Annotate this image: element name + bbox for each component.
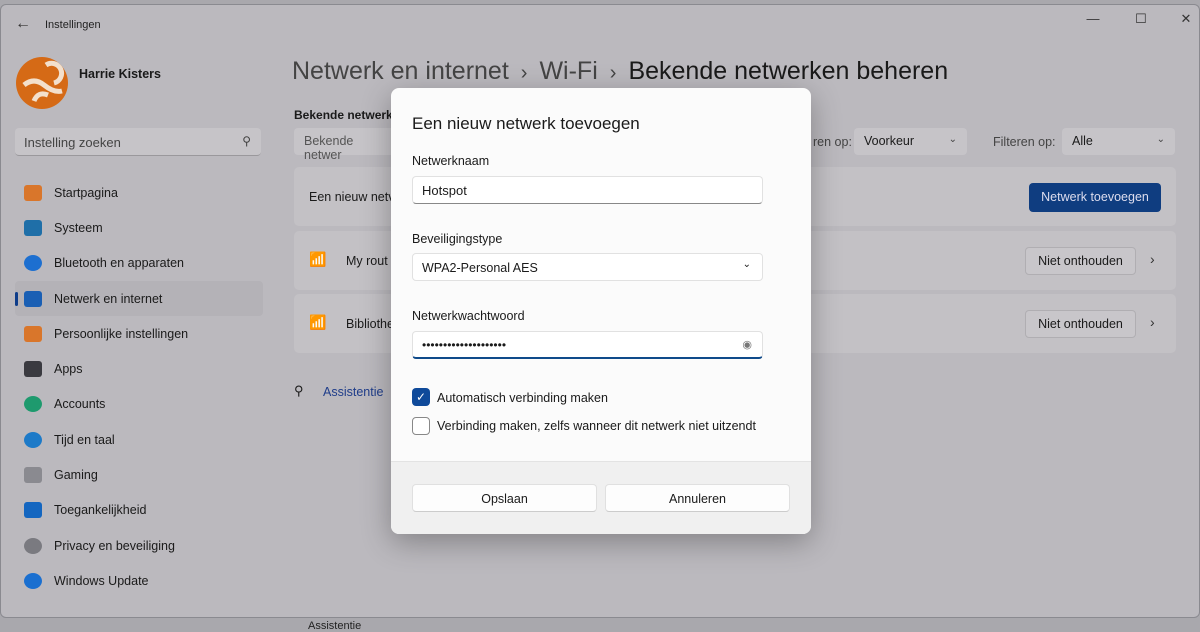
update-icon [24,572,42,589]
brush-icon [24,325,42,342]
person-icon [24,396,42,413]
sidebar-item-label: Tijd en taal [54,432,115,447]
search-icon[interactable]: ⚲ [242,134,251,148]
accessibility-icon [24,502,42,519]
auto-connect-label[interactable]: Automatisch verbinding maken [437,391,608,405]
forget-button[interactable]: Niet onthouden [1025,310,1136,338]
help-link-behind: Assistentie [308,620,362,632]
help-icon: ⚲ [294,383,304,398]
close-icon[interactable]: ✕ [1171,11,1199,27]
sidebar-item-apps[interactable]: Apps [15,351,263,386]
password-label: Netwerkwachtwoord [412,309,525,323]
minimize-icon[interactable]: — [1078,11,1108,26]
shield-icon [24,537,42,554]
filter-value: Alle [1072,134,1093,148]
dialog-title: Een nieuw netwerk toevoegen [412,114,640,133]
gamepad-icon [24,467,42,484]
sidebar-item-label: Toegankelijkheid [54,503,147,518]
network-name-label: Netwerknaam [412,154,490,168]
sidebar-item-tijd-en-taal[interactable]: Tijd en taal [15,422,263,457]
sidebar-item-toegankelijkheid[interactable]: Toegankelijkheid [15,493,263,528]
user-name: Harrie Kisters [79,67,161,81]
auto-connect-checkbox[interactable]: ✓ [412,388,430,406]
section-title: Bekende netwerk [294,108,393,122]
add-network-text: Een nieuw netv [309,190,395,204]
breadcrumb-network[interactable]: Netwerk en internet [292,57,509,85]
sort-dropdown[interactable]: Voorkeur ⌄ [854,128,967,155]
add-network-button[interactable]: Netwerk toevoegen [1029,183,1161,212]
settings-search-input[interactable]: Instelling zoeken ⚲ [15,128,261,156]
sort-label: ren op: [813,135,852,149]
monitor-icon [24,219,42,236]
chevron-down-icon: ⌄ [1156,134,1165,145]
apps-icon [24,361,42,378]
password-value: •••••••••••••••••••• [422,338,507,352]
help-link[interactable]: Assistentie [323,385,383,399]
known-networks-search[interactable]: Bekende netwer [294,128,404,162]
sidebar-item-bluetooth-en-apparaten[interactable]: Bluetooth en apparaten [15,246,263,281]
sidebar-item-label: Persoonlijke instellingen [54,326,189,341]
security-type-dropdown[interactable]: WPA2-Personal AES ⌄ [412,253,763,281]
back-arrow-icon[interactable]: ← [15,15,31,33]
password-input[interactable]: •••••••••••••••••••• ◉ [412,331,763,359]
sidebar-item-startpagina[interactable]: Startpagina [15,175,263,210]
breadcrumb: Netwerk en internet › Wi-Fi › Bekende netwer… [292,57,949,85]
sidebar-item-windows-update[interactable]: Windows Update [15,563,263,598]
globe-clock-icon [24,431,42,448]
network-name: My rout [346,254,388,268]
sidebar-item-label: Netwerk en internet [54,291,163,306]
sidebar-item-privacy-en-beveiliging[interactable]: Privacy en beveiliging [15,528,263,563]
sidebar-item-label: Systeem [54,220,103,235]
hidden-connect-label[interactable]: Verbinding maken, zelfs wanneer dit netw… [437,419,756,433]
network-name: Bibliothe [346,317,394,331]
sidebar-item-systeem[interactable]: Systeem [15,210,263,245]
sidebar-item-label: Privacy en beveiliging [54,538,175,553]
eye-reveal-icon[interactable]: ◉ [742,338,752,351]
wifi-icon: 📶 [309,314,327,330]
sidebar-item-label: Windows Update [54,573,149,588]
search-placeholder: Instelling zoeken [24,135,121,150]
dialog-footer: Opslaan Annuleren [391,461,811,534]
cancel-button[interactable]: Annuleren [605,484,790,512]
breadcrumb-wifi[interactable]: Wi-Fi [539,57,597,85]
sidebar-item-accounts[interactable]: Accounts [15,387,263,422]
filter-dropdown[interactable]: Alle ⌄ [1062,128,1175,155]
sidebar-item-label: Apps [54,362,83,377]
avatar[interactable] [16,57,68,109]
sidebar-item-label: Startpagina [54,185,118,200]
sidebar-nav: Startpagina Systeem Bluetooth en apparaten… [15,175,263,599]
security-type-label: Beveiligingstype [412,232,503,246]
page-title: Bekende netwerken beheren [628,57,949,85]
sidebar-item-label: Bluetooth en apparaten [54,256,184,271]
network-name-input[interactable]: Hotspot [412,176,763,204]
sidebar-item-label: Gaming [54,468,98,483]
chevron-down-icon: ⌄ [742,259,751,270]
maximize-icon[interactable]: ☐ [1126,11,1156,27]
chevron-right-icon[interactable]: › [1150,314,1155,330]
forget-button[interactable]: Niet onthouden [1025,247,1136,275]
sidebar-item-persoonlijke-instellingen[interactable]: Persoonlijke instellingen [15,316,263,351]
save-button[interactable]: Opslaan [412,484,597,512]
chevron-right-icon[interactable]: › [1150,251,1155,267]
wifi-icon [24,290,42,307]
sort-value: Voorkeur [864,134,915,148]
security-type-value: WPA2-Personal AES [422,261,538,275]
hidden-connect-checkbox[interactable] [412,417,430,435]
filter-label: Filteren op: [993,135,1056,149]
home-icon [24,184,42,201]
sidebar-item-netwerk-en-internet[interactable]: Netwerk en internet [15,280,263,317]
app-title: Instellingen [45,19,101,31]
wifi-icon: 📶 [309,251,327,267]
sidebar-item-gaming[interactable]: Gaming [15,457,263,492]
add-network-dialog: Een nieuw netwerk toevoegen Netwerknaam … [391,88,811,534]
title-bar: ← Instellingen — ☐ ✕ [1,5,1199,45]
bluetooth-icon [24,255,42,272]
sidebar-item-label: Accounts [54,397,106,412]
chevron-down-icon: ⌄ [948,134,957,145]
